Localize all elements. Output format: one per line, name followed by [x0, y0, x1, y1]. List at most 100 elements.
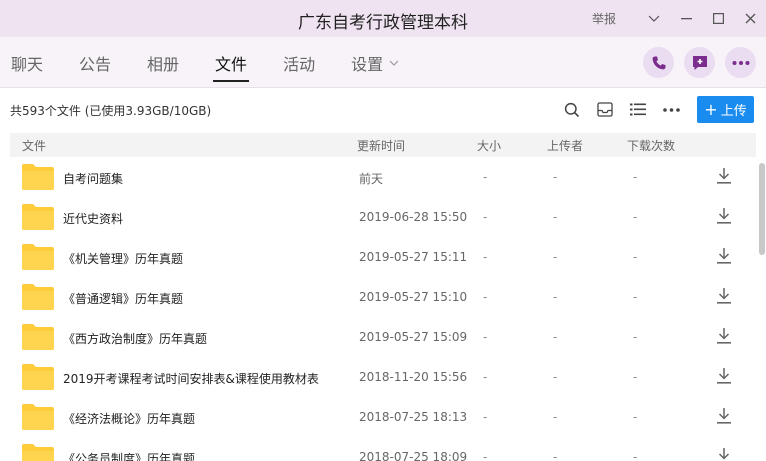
file-name[interactable]: 《西方政治制度》历年真题	[63, 330, 207, 347]
tab-announcements[interactable]: 公告	[68, 37, 122, 88]
column-header-size[interactable]: 大小	[477, 137, 501, 154]
folder-icon	[22, 364, 54, 390]
group-actions	[643, 47, 766, 78]
file-uploader: -	[553, 370, 558, 384]
file-row[interactable]: 2019开考课程考试时间安排表&课程使用教材表 2018-11-20 15:56…	[10, 357, 756, 397]
inbox-button[interactable]	[594, 97, 616, 123]
title-bar: 广东自考行政管理本科 举报	[0, 0, 766, 37]
file-uploader: -	[553, 250, 558, 264]
minimize-button[interactable]	[670, 0, 702, 37]
toolbar-more-button[interactable]	[660, 97, 682, 123]
new-message-button[interactable]	[684, 47, 715, 78]
chevron-down-icon	[648, 15, 660, 22]
file-updated-time: 2019-05-27 15:09	[359, 330, 468, 344]
file-name[interactable]: 近代史资料	[63, 210, 123, 227]
download-icon[interactable]	[716, 407, 732, 425]
download-icon[interactable]	[716, 327, 732, 345]
tab-activities[interactable]: 活动	[272, 37, 326, 88]
tab-files[interactable]: 文件	[204, 37, 258, 88]
file-uploader: -	[553, 290, 558, 304]
file-size: -	[483, 410, 488, 424]
file-row[interactable]: 《机关管理》历年真题 2019-05-27 15:11 - - -	[10, 237, 756, 277]
file-name[interactable]: 《公务员制度》历年真题	[63, 450, 195, 461]
collapse-button[interactable]	[638, 0, 670, 37]
file-downloads: -	[633, 290, 638, 304]
file-downloads: -	[633, 450, 638, 461]
vertical-scrollbar[interactable]	[758, 157, 765, 461]
report-link[interactable]: 举报	[592, 10, 616, 27]
file-name[interactable]: 自考问题集	[63, 170, 123, 187]
file-size: -	[483, 450, 488, 461]
chevron-down-icon	[389, 60, 399, 66]
search-button[interactable]	[561, 97, 583, 123]
tab-bar: 聊天 公告 相册 文件 活动 设置	[0, 37, 766, 88]
folder-icon	[22, 284, 54, 310]
folder-icon	[22, 204, 54, 230]
maximize-button[interactable]	[702, 0, 734, 37]
download-icon[interactable]	[716, 447, 732, 461]
file-name[interactable]: 《普通逻辑》历年真题	[63, 290, 183, 307]
upload-button[interactable]: + 上传	[697, 96, 754, 123]
tab-settings[interactable]: 设置	[340, 37, 410, 88]
file-row[interactable]: 《公务员制度》历年真题 2018-07-25 18:09 - - -	[10, 437, 756, 461]
file-updated-time: 2018-07-25 18:13	[359, 410, 468, 424]
tab-label: 公告	[79, 54, 112, 74]
file-updated-time: 2019-05-27 15:10	[359, 290, 468, 304]
minimize-icon	[680, 17, 692, 19]
download-icon[interactable]	[716, 207, 732, 225]
file-name[interactable]: 《经济法概论》历年真题	[63, 410, 195, 427]
folder-icon	[22, 404, 54, 430]
file-uploader: -	[553, 210, 558, 224]
file-row[interactable]: 《经济法概论》历年真题 2018-07-25 18:13 - - -	[10, 397, 756, 437]
column-header-file[interactable]: 文件	[22, 137, 46, 154]
download-icon[interactable]	[716, 287, 732, 305]
file-downloads: -	[633, 370, 638, 384]
file-name[interactable]: 2019开考课程考试时间安排表&课程使用教材表	[63, 370, 319, 387]
file-downloads: -	[633, 250, 638, 264]
file-row[interactable]: 《普通逻辑》历年真题 2019-05-27 15:10 - - -	[10, 277, 756, 317]
file-updated-time: 前天	[359, 172, 384, 186]
close-button[interactable]	[734, 0, 766, 37]
upload-label: 上传	[720, 104, 747, 119]
inbox-icon	[597, 102, 613, 117]
storage-summary: 共593个文件 (已使用3.93GB/10GB)	[10, 104, 212, 118]
column-header-updated[interactable]: 更新时间	[357, 137, 405, 154]
tab-chat[interactable]: 聊天	[0, 37, 54, 88]
tab-label: 文件	[215, 54, 248, 74]
tab-label: 相册	[147, 54, 180, 74]
file-size: -	[483, 250, 488, 264]
file-row[interactable]: 自考问题集 前天 - - -	[10, 157, 756, 197]
file-updated-time: 2018-07-25 18:09	[359, 450, 468, 461]
file-row[interactable]: 近代史资料 2019-06-28 15:50 - - -	[10, 197, 756, 237]
file-name[interactable]: 《机关管理》历年真题	[63, 250, 183, 267]
download-icon[interactable]	[716, 247, 732, 265]
download-icon[interactable]	[716, 367, 732, 385]
maximize-icon	[712, 13, 724, 24]
file-uploader: -	[553, 450, 558, 461]
file-row[interactable]: 《西方政治制度》历年真题 2019-05-27 15:09 - - -	[10, 317, 756, 357]
file-updated-time: 2018-11-20 15:56	[359, 370, 468, 384]
phone-icon	[652, 56, 665, 69]
group-more-button[interactable]	[725, 47, 756, 78]
tab-album[interactable]: 相册	[136, 37, 190, 88]
file-updated-time: 2019-05-27 15:11	[359, 250, 468, 264]
tab-list: 聊天 公告 相册 文件 活动 设置	[0, 37, 424, 88]
column-header-downloads[interactable]: 下载次数	[627, 137, 675, 154]
column-header-uploader[interactable]: 上传者	[547, 137, 583, 154]
more-icon	[732, 60, 749, 65]
file-downloads: -	[633, 330, 638, 344]
tab-label: 设置	[351, 54, 384, 74]
search-icon	[564, 102, 580, 117]
folder-icon	[22, 244, 54, 270]
download-icon[interactable]	[716, 167, 732, 185]
file-size: -	[483, 330, 488, 344]
scrollbar-thumb[interactable]	[759, 163, 765, 255]
list-view-button[interactable]	[627, 97, 649, 123]
file-table-header: 文件 更新时间 大小 上传者 下载次数	[10, 133, 756, 157]
folder-icon	[22, 324, 54, 350]
voice-call-button[interactable]	[643, 47, 674, 78]
close-icon	[745, 13, 755, 24]
message-icon	[692, 55, 707, 70]
window-controls: 举报	[592, 0, 766, 37]
file-downloads: -	[633, 210, 638, 224]
